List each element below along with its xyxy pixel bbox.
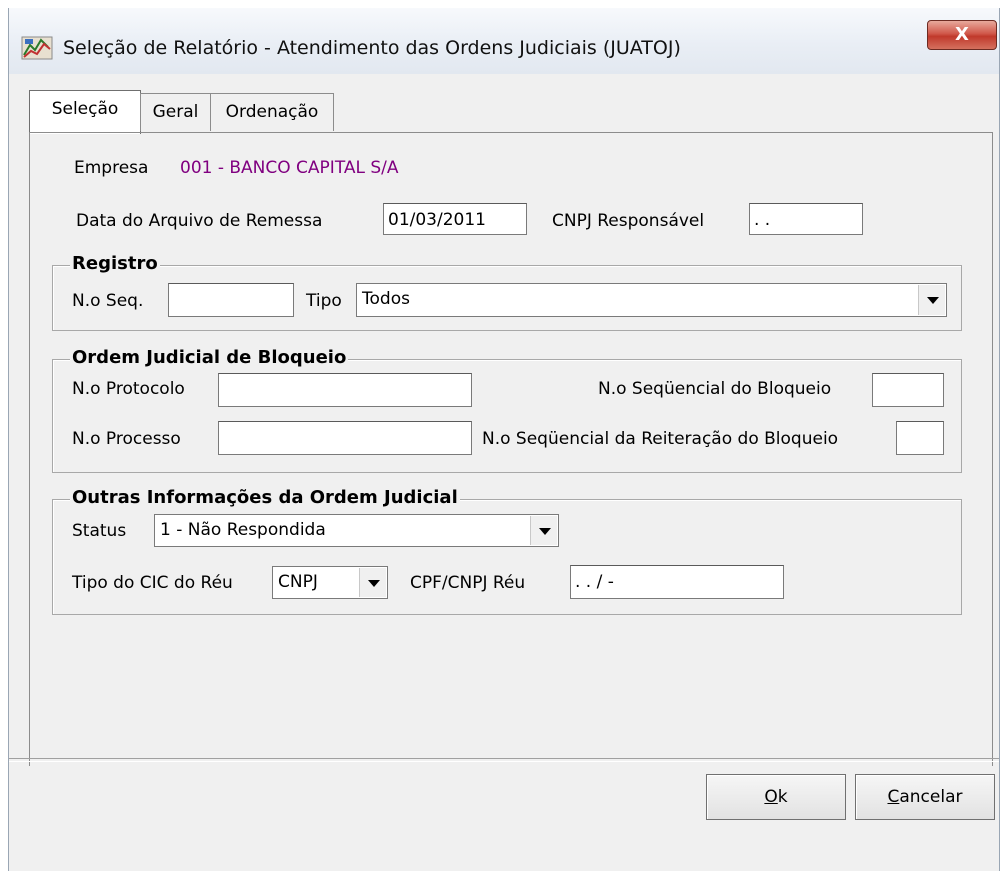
registro-tipo-label: Tipo bbox=[306, 291, 342, 311]
seq-reiteracao-input[interactable] bbox=[896, 421, 944, 455]
ok-button[interactable]: Ok bbox=[706, 774, 846, 820]
cancel-button[interactable]: Cancelar bbox=[855, 774, 995, 820]
registro-title: Registro bbox=[70, 253, 160, 274]
dialog-window: Seleção de Relatório - Atendimento das O… bbox=[8, 8, 1000, 871]
tab-selecao[interactable]: Seleção bbox=[29, 90, 141, 134]
registro-seq-input[interactable] bbox=[168, 283, 294, 317]
data-arquivo-input[interactable]: 01/03/2011 bbox=[383, 203, 527, 235]
tab-geral-label: Geral bbox=[152, 102, 199, 122]
tab-panel: Empresa 001 - BANCO CAPITAL S/A Data do … bbox=[29, 132, 993, 766]
ok-mnemonic: O bbox=[764, 787, 778, 807]
status-value: 1 - Não Respondida bbox=[160, 520, 326, 540]
cnpj-responsavel-label: CNPJ Responsável bbox=[552, 211, 705, 231]
registro-tipo-value: Todos bbox=[362, 289, 410, 309]
footer-separator bbox=[9, 758, 999, 762]
seq-bloqueio-input[interactable] bbox=[872, 373, 944, 407]
tab-ordenacao-label: Ordenação bbox=[225, 102, 319, 122]
window-title: Seleção de Relatório - Atendimento das O… bbox=[63, 37, 681, 59]
processo-input[interactable] bbox=[218, 421, 472, 455]
close-button[interactable]: X bbox=[927, 20, 997, 50]
tab-geral[interactable]: Geral bbox=[140, 93, 211, 131]
cnpj-responsavel-input[interactable]: . . bbox=[749, 203, 863, 235]
data-arquivo-label: Data do Arquivo de Remessa bbox=[76, 211, 323, 231]
protocolo-input[interactable] bbox=[218, 373, 472, 407]
cancel-label-rest: ancelar bbox=[899, 787, 963, 807]
tipo-cic-select[interactable]: CNPJ bbox=[272, 566, 388, 599]
seq-reiteracao-label: N.o Seqüencial da Reiteração do Bloqueio bbox=[482, 429, 839, 449]
ordem-title: Ordem Judicial de Bloqueio bbox=[70, 347, 349, 368]
cpf-cnpj-input[interactable]: . . / - bbox=[570, 565, 784, 599]
outras-title: Outras Informações da Ordem Judicial bbox=[70, 487, 460, 508]
ok-label-rest: k bbox=[777, 787, 788, 807]
processo-label: N.o Processo bbox=[72, 429, 181, 449]
close-icon: X bbox=[955, 24, 969, 45]
tab-ordenacao[interactable]: Ordenação bbox=[210, 93, 334, 131]
chevron-down-icon[interactable] bbox=[918, 285, 945, 315]
cancel-mnemonic: C bbox=[887, 787, 900, 807]
chevron-down-icon[interactable] bbox=[359, 568, 386, 597]
registro-seq-label: N.o Seq. bbox=[72, 291, 144, 311]
ordem-group bbox=[52, 359, 962, 473]
registro-tipo-select[interactable]: Todos bbox=[356, 283, 947, 317]
protocolo-label: N.o Protocolo bbox=[72, 379, 185, 399]
status-select[interactable]: 1 - Não Respondida bbox=[154, 514, 559, 547]
tab-selecao-label: Seleção bbox=[51, 99, 119, 119]
report-app-icon bbox=[21, 35, 55, 61]
empresa-label: Empresa bbox=[74, 158, 149, 178]
tipo-cic-value: CNPJ bbox=[278, 572, 318, 592]
seq-bloqueio-label: N.o Seqüencial do Bloqueio bbox=[598, 379, 832, 399]
empresa-value: 001 - BANCO CAPITAL S/A bbox=[180, 158, 399, 178]
status-label: Status bbox=[72, 521, 127, 541]
tipo-cic-label: Tipo do CIC do Réu bbox=[72, 573, 233, 593]
cpf-cnpj-label: CPF/CNPJ Réu bbox=[410, 573, 526, 593]
chevron-down-icon[interactable] bbox=[530, 516, 557, 545]
